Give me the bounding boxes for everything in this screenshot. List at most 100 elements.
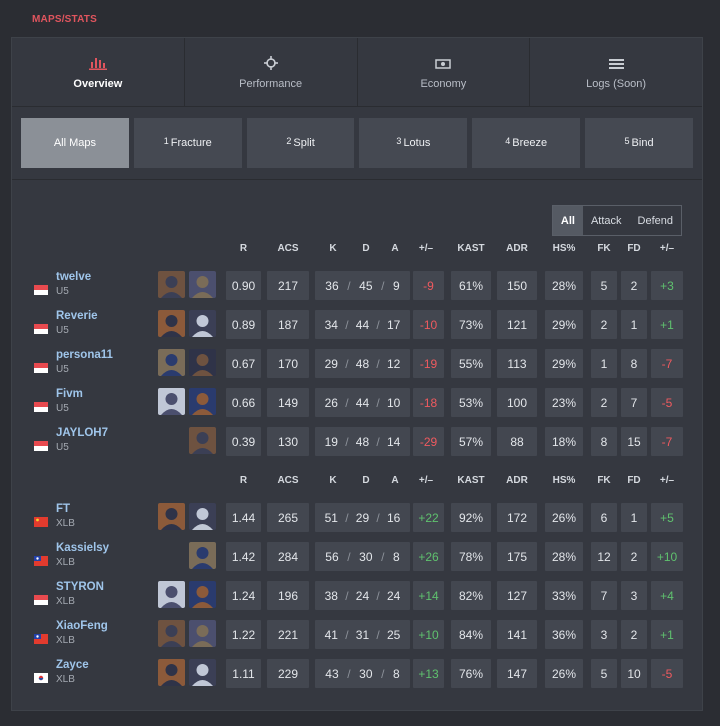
player-name[interactable]: Reverie — [56, 310, 98, 322]
kda-separator: / — [376, 588, 380, 603]
map-all[interactable]: All Maps — [21, 118, 129, 168]
stat-d: 31 — [355, 627, 370, 642]
country-flag-icon — [34, 592, 48, 605]
stat-k: 19 — [324, 434, 338, 449]
kda-separator: / — [345, 395, 349, 410]
stat-fkd: -7 — [651, 349, 683, 378]
player-name[interactable]: Fivm — [56, 388, 83, 400]
stat-fd: 2 — [621, 542, 647, 571]
kda-separator: / — [381, 666, 385, 681]
stat-d: 30 — [359, 549, 373, 564]
stat-d: 44 — [355, 395, 370, 410]
player-name[interactable]: JAYLOH7 — [56, 427, 108, 439]
stat-k: 41 — [324, 627, 338, 642]
stat-a: 10 — [386, 395, 401, 410]
stat-fk: 5 — [591, 271, 617, 300]
player-name[interactable]: twelve — [56, 271, 91, 283]
stat-k: 34 — [324, 317, 338, 332]
player-name[interactable]: STYRON — [56, 581, 104, 593]
player-name[interactable]: Kassielsy — [56, 542, 109, 554]
map-lotus[interactable]: 3 Lotus — [359, 118, 468, 168]
stat-k: 36 — [325, 278, 339, 293]
kda-separator: / — [376, 510, 380, 525]
stat-r: 0.90 — [226, 271, 261, 300]
stat-acs: 130 — [267, 427, 309, 456]
stats-header: R ACS K D A +/– KAST ADR HS% FK FD +/– — [12, 243, 704, 255]
stat-fk: 7 — [591, 581, 617, 610]
agent-icon — [189, 427, 216, 454]
stat-fkd: +1 — [651, 620, 683, 649]
side-filter-all[interactable]: All — [552, 206, 583, 235]
player-name[interactable]: persona11 — [56, 349, 113, 361]
player-name[interactable]: XiaoFeng — [56, 620, 108, 632]
player-row: twelve U5 0.90 217 36 / 45 / 9 -9 61% 150 28% 5 2 +3 — [12, 271, 704, 304]
stat-fkd: +4 — [651, 581, 683, 610]
tab-overview[interactable]: Overview — [12, 38, 185, 106]
tab-logs[interactable]: Logs (Soon) — [530, 38, 702, 106]
stat-kd: +10 — [413, 620, 444, 649]
column-header: KAST — [457, 475, 485, 486]
stat-k: 29 — [324, 356, 338, 371]
player-row: STYRON XLB 1.24 196 38 / 24 / 24 +14 82% 127 33% 7 3 +4 — [12, 581, 704, 614]
side-filter-attack[interactable]: Attack — [583, 206, 630, 235]
map-split[interactable]: 2 Split — [246, 118, 355, 168]
stat-kast: 78% — [451, 542, 491, 571]
column-header: R — [239, 243, 248, 254]
stat-kda: 56 / 30 / 8 — [315, 542, 410, 571]
country-flag-icon — [34, 282, 48, 295]
tab-label: Economy — [420, 78, 467, 90]
column-header: +/– — [418, 243, 434, 254]
stat-fk: 5 — [591, 659, 617, 688]
map-bind[interactable]: 5 Bind — [585, 118, 693, 168]
column-header: FD — [627, 475, 641, 486]
map-breeze[interactable]: 4 Breeze — [472, 118, 581, 168]
stat-k: 26 — [324, 395, 338, 410]
stat-kd: -10 — [413, 310, 444, 339]
stat-d: 45 — [359, 278, 373, 293]
stat-r: 0.39 — [226, 427, 261, 456]
stat-fk: 2 — [591, 310, 617, 339]
stat-a: 17 — [386, 317, 401, 332]
agent-icon — [189, 542, 216, 569]
stat-d: 24 — [355, 588, 370, 603]
stat-d: 44 — [355, 317, 370, 332]
map-number: 5 — [624, 136, 630, 146]
stat-kast: 53% — [451, 388, 491, 417]
column-header: D — [362, 243, 370, 254]
kda-separator: / — [381, 278, 385, 293]
section-title: MAPS/STATS — [32, 14, 97, 25]
money-icon — [435, 54, 452, 70]
stat-hs: 26% — [545, 503, 583, 532]
stat-fkd: +1 — [651, 310, 683, 339]
player-name[interactable]: FT — [56, 503, 70, 515]
stat-fd: 7 — [621, 388, 647, 417]
side-filter-defend[interactable]: Defend — [630, 206, 681, 235]
stat-kda: 43 / 30 / 8 — [315, 659, 410, 688]
stat-fk: 6 — [591, 503, 617, 532]
column-header: FK — [597, 243, 611, 254]
tab-economy[interactable]: Economy — [358, 38, 531, 106]
stat-kast: 73% — [451, 310, 491, 339]
stat-k: 38 — [324, 588, 338, 603]
stat-d: 48 — [355, 356, 370, 371]
agent-icon — [158, 503, 185, 530]
kda-separator: / — [376, 395, 380, 410]
kda-separator: / — [345, 627, 349, 642]
stat-kd: +13 — [413, 659, 444, 688]
map-fracture[interactable]: 1 Fracture — [133, 118, 242, 168]
stat-hs: 26% — [545, 659, 583, 688]
country-flag-icon — [34, 399, 48, 412]
tab-performance[interactable]: Performance — [185, 38, 358, 106]
stat-r: 1.42 — [226, 542, 261, 571]
kda-separator: / — [347, 549, 351, 564]
player-name[interactable]: Zayce — [56, 659, 89, 671]
kda-separator: / — [376, 434, 380, 449]
stat-kda: 34 / 44 / 17 — [315, 310, 410, 339]
stat-r: 0.67 — [226, 349, 261, 378]
kda-separator: / — [347, 278, 351, 293]
country-flag-icon — [34, 438, 48, 451]
country-flag-icon — [34, 670, 48, 683]
kda-separator: / — [376, 317, 380, 332]
stat-acs: 196 — [267, 581, 309, 610]
agent-icon — [158, 271, 185, 298]
